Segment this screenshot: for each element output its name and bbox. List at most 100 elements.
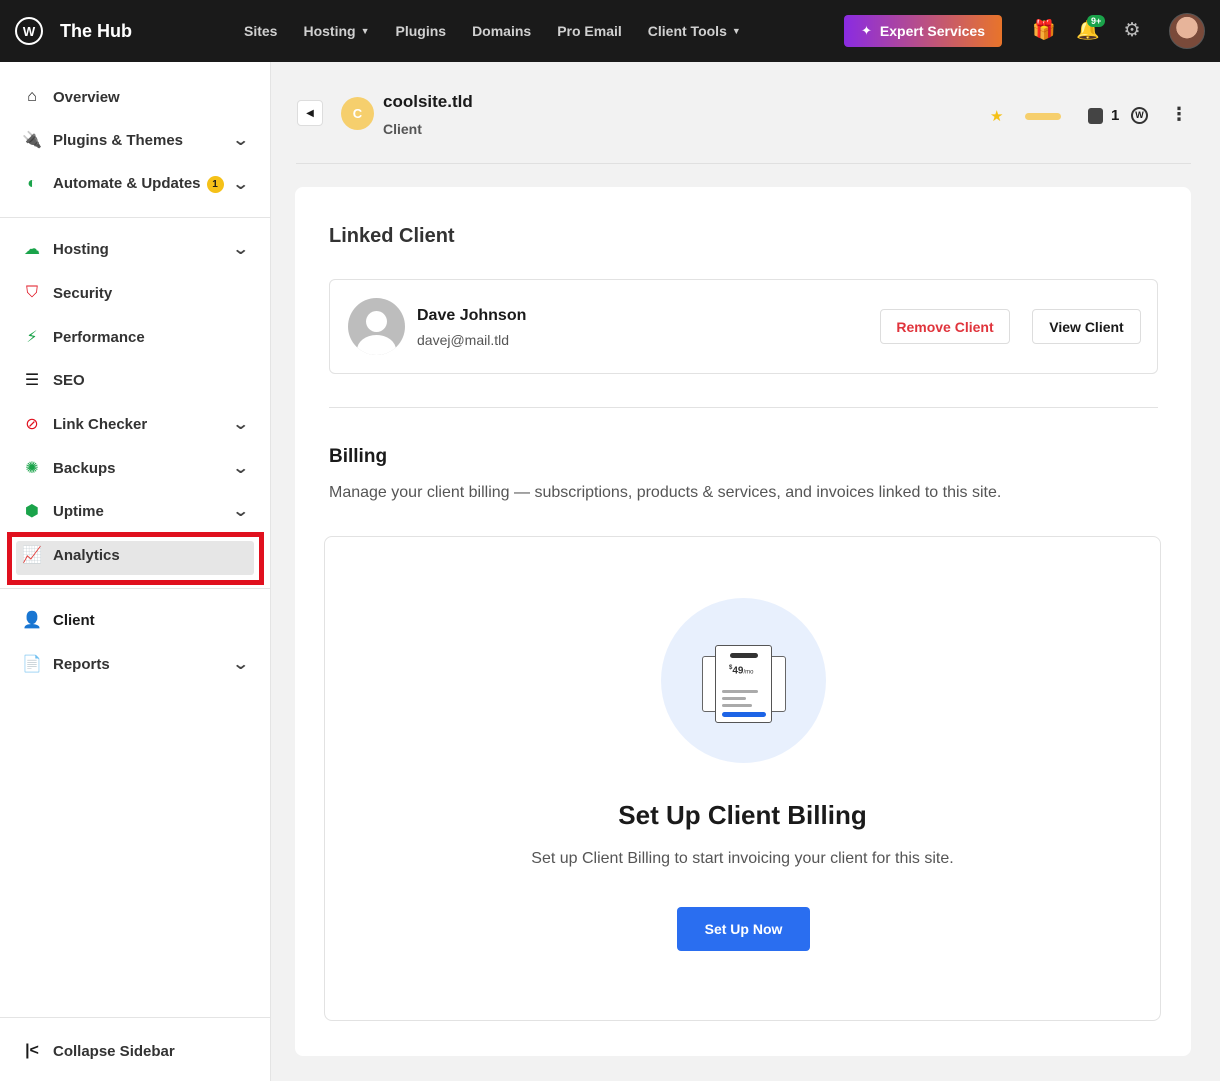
notification-badge: 9+ bbox=[1087, 15, 1106, 27]
topnav-domains[interactable]: Domains bbox=[472, 23, 531, 39]
user-avatar[interactable] bbox=[1169, 13, 1205, 49]
expert-services-label: Expert Services bbox=[879, 23, 985, 39]
topnav-label: Client Tools bbox=[647, 23, 727, 39]
sidebar-item-label: Hosting bbox=[53, 240, 109, 258]
topnav-client-tools[interactable]: Client Tools ▼ bbox=[648, 23, 741, 39]
expert-services-button[interactable]: ✦ Expert Services bbox=[844, 15, 1002, 47]
chevron-down-icon: ⌄ bbox=[231, 132, 250, 149]
topnav-label: Hosting bbox=[303, 23, 356, 39]
remove-client-button[interactable]: Remove Client bbox=[880, 309, 1010, 344]
doc-price-value: 49 bbox=[732, 665, 744, 677]
site-role: Client bbox=[383, 121, 422, 137]
site-name: coolsite.tld bbox=[383, 92, 473, 111]
sidebar-item-hosting[interactable]: ☁ Hosting ⌄ bbox=[0, 229, 271, 269]
client-avatar bbox=[348, 298, 405, 355]
chevron-down-icon: ▼ bbox=[360, 26, 370, 36]
topnav-sites[interactable]: Sites bbox=[244, 23, 277, 39]
site-avatar: C bbox=[341, 97, 374, 130]
sidebar-item-plugins-themes[interactable]: 🔌 Plugins & Themes ⌄ bbox=[0, 120, 271, 160]
doc-line bbox=[722, 697, 746, 700]
sidebar-item-label: Reports bbox=[53, 655, 110, 673]
backup-icon: ✺ bbox=[25, 460, 39, 477]
invoice-doc-icon: $49/mo bbox=[715, 645, 772, 723]
topnav-label: Domains bbox=[472, 23, 532, 39]
gift-icon[interactable]: 🎁 bbox=[1032, 19, 1056, 43]
header-divider bbox=[296, 163, 1191, 164]
sidebar-item-security[interactable]: ⛉ Security bbox=[0, 273, 271, 313]
topnav-label: Pro Email bbox=[557, 23, 622, 39]
setup-billing-description: Set up Client Billing to start invoicing… bbox=[531, 850, 954, 867]
chevron-left-icon: ◀ bbox=[306, 107, 314, 119]
client-email: davej@mail.tld bbox=[417, 332, 510, 348]
gear-icon[interactable]: ⚙ bbox=[1120, 19, 1144, 43]
topnav-hosting[interactable]: Hosting ▼ bbox=[303, 23, 369, 39]
chevron-down-icon: ▼ bbox=[731, 26, 741, 36]
topnav-plugins[interactable]: Plugins bbox=[396, 23, 447, 39]
topnav-label: Plugins bbox=[395, 23, 447, 39]
sidebar-item-automate-updates[interactable]: ◐ Automate & Updates 1 ⌄ bbox=[0, 164, 271, 204]
sidebar-item-label: Link Checker bbox=[53, 415, 148, 433]
sidebar-item-label: Automate & Updates bbox=[53, 175, 201, 193]
brand[interactable]: W The Hub bbox=[15, 17, 240, 45]
sidebar-item-label-wrap: Automate & Updates 1 bbox=[53, 175, 224, 193]
doc-price: $49/mo bbox=[729, 665, 753, 676]
link-icon: ⊘ bbox=[25, 416, 39, 433]
sidebar-item-label: Backups bbox=[53, 459, 116, 477]
doc-line bbox=[722, 690, 758, 693]
collapse-sidebar-label: Collapse Sidebar bbox=[53, 1042, 175, 1060]
collapse-sidebar-button[interactable]: |< Collapse Sidebar bbox=[0, 1031, 271, 1071]
sidebar-item-reports[interactable]: 📄 Reports ⌄ bbox=[0, 644, 271, 684]
top-nav: Sites Hosting ▼ Plugins Domains Pro Email… bbox=[244, 23, 767, 39]
seo-icon: ☰ bbox=[24, 372, 40, 389]
home-icon: ⌂ bbox=[27, 88, 37, 105]
chevron-down-icon: ⌄ bbox=[231, 656, 250, 673]
billing-title: Billing bbox=[329, 446, 388, 467]
plug-icon: 🔌 bbox=[22, 132, 42, 149]
sidebar-item-uptime[interactable]: ⬢ Uptime ⌄ bbox=[0, 491, 271, 531]
sidebar-item-backups[interactable]: ✺ Backups ⌄ bbox=[0, 448, 271, 488]
card-divider bbox=[329, 407, 1158, 408]
avatar-body-shape bbox=[357, 335, 396, 355]
top-bar: W The Hub Sites Hosting ▼ Plugins Domains… bbox=[0, 0, 1220, 62]
doc-blue-bar bbox=[722, 712, 766, 717]
star-icon[interactable]: ★ bbox=[990, 107, 1003, 125]
topnav-pro-email[interactable]: Pro Email bbox=[557, 23, 622, 39]
magic-wand-icon: ✦ bbox=[861, 23, 872, 38]
sidebar-item-label: Security bbox=[53, 284, 113, 302]
chevron-down-icon: ⌄ bbox=[231, 460, 250, 477]
back-button[interactable]: ◀ bbox=[297, 100, 323, 126]
shield-icon: ⛉ bbox=[25, 284, 38, 301]
wordpress-icon[interactable]: W bbox=[1131, 107, 1148, 124]
bolt-icon: ⚡ bbox=[26, 329, 38, 346]
doc-price-period: /mo bbox=[743, 669, 754, 676]
sidebar-item-performance[interactable]: ⚡ Performance bbox=[0, 317, 271, 357]
hub-logo-icon: W bbox=[15, 17, 43, 45]
doc-title-bar bbox=[730, 653, 758, 658]
sidebar-item-label: Plugins & Themes bbox=[53, 131, 184, 149]
client-name: Dave Johnson bbox=[417, 307, 527, 324]
sidebar-divider bbox=[0, 1017, 271, 1018]
sidebar-item-overview[interactable]: ⌂ Overview bbox=[0, 77, 271, 117]
billing-description: Manage your client billing — subscriptio… bbox=[329, 484, 1002, 501]
view-client-button[interactable]: View Client bbox=[1032, 309, 1141, 344]
set-up-now-button[interactable]: Set Up Now bbox=[677, 907, 810, 951]
user-icon: 👤 bbox=[22, 612, 42, 629]
topnav-label: Sites bbox=[244, 23, 278, 39]
brand-name: The Hub bbox=[60, 20, 132, 41]
update-count-badge: 1 bbox=[206, 175, 224, 193]
setup-billing-title: Set Up Client Billing bbox=[618, 800, 867, 830]
sidebar-item-link-checker[interactable]: ⊘ Link Checker ⌄ bbox=[0, 404, 271, 444]
automate-icon: ◐ bbox=[27, 175, 37, 192]
sidebar-item-label: Uptime bbox=[53, 502, 104, 520]
status-pill bbox=[1025, 113, 1061, 120]
sidebar-item-seo[interactable]: ☰ SEO bbox=[0, 360, 271, 400]
more-options-icon[interactable]: ⋮ bbox=[1170, 104, 1188, 125]
pages-count: 1 bbox=[1111, 107, 1120, 124]
chevron-down-icon: ⌄ bbox=[231, 241, 250, 258]
sidebar-item-client[interactable]: 👤 Client bbox=[0, 600, 271, 640]
chevron-down-icon: ⌄ bbox=[231, 176, 250, 193]
sidebar-item-label: Performance bbox=[53, 328, 145, 346]
chevron-down-icon: ⌄ bbox=[231, 503, 250, 520]
sidebar-divider bbox=[0, 217, 271, 218]
cloud-icon: ☁ bbox=[24, 241, 40, 258]
